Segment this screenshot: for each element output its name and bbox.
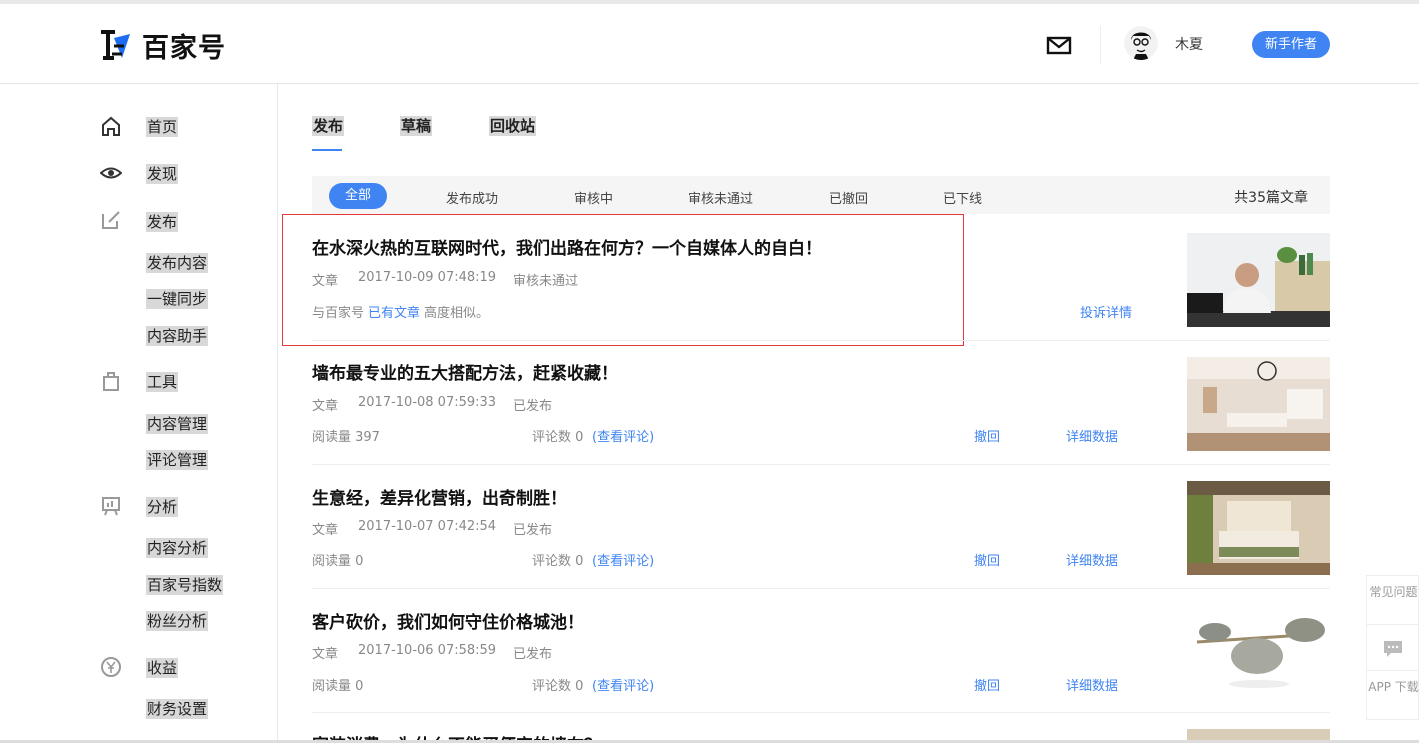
sidebar-item-bjh-index[interactable]: 百家号指数 — [146, 575, 224, 595]
header-divider — [1100, 26, 1101, 64]
comment-count: 评论数 0 — [532, 554, 584, 569]
eye-icon[interactable] — [100, 162, 122, 184]
brand-logo-icon — [101, 30, 130, 60]
tab-recycle-bin[interactable]: 回收站 — [489, 116, 537, 136]
tab-drafts[interactable]: 草稿 — [400, 116, 433, 136]
article-type: 文章 — [312, 274, 339, 289]
article-thumbnail[interactable] — [1187, 357, 1330, 451]
filter-published-success[interactable]: 发布成功 — [446, 188, 498, 207]
sidebar-item-assistant[interactable]: 内容助手 — [146, 326, 209, 346]
existing-article-link[interactable]: 已有文章 — [368, 302, 420, 321]
office-worker-image-icon — [1187, 233, 1330, 327]
bedroom-image-icon — [1187, 481, 1330, 575]
details-link[interactable]: 详细数据 — [1066, 675, 1118, 694]
sidebar-item-tools[interactable]: 工具 — [146, 372, 179, 392]
article-thumbnail[interactable] — [1187, 604, 1330, 698]
sidebar-item-publish[interactable]: 发布 — [146, 212, 179, 232]
article-status: 已发布 — [513, 647, 553, 662]
sidebar-item-finance[interactable]: 财务设置 — [146, 699, 209, 719]
sidebar-item-income[interactable]: 收益 — [146, 658, 179, 678]
sidebar-item-publish-content[interactable]: 发布内容 — [146, 253, 209, 273]
complaint-link[interactable]: 投诉详情 — [1080, 302, 1132, 321]
sidebar-item-sync[interactable]: 一键同步 — [146, 289, 209, 309]
sidebar-item-content-mgmt[interactable]: 内容管理 — [146, 414, 209, 434]
article-type: 文章 — [312, 399, 339, 414]
article-time: 2017-10-09 07:48:19 — [358, 270, 497, 285]
article-time: 2017-10-06 07:58:59 — [358, 643, 497, 658]
app-download-link[interactable]: APP 下载 — [1367, 679, 1419, 695]
withdraw-link[interactable]: 撤回 — [974, 550, 1000, 569]
sidebar-item-fans-analytics[interactable]: 粉丝分析 — [146, 611, 209, 631]
article-divider — [312, 340, 1330, 341]
article-divider — [312, 712, 1330, 713]
top-header: 百家号 木夏 新手作者 — [0, 4, 1419, 84]
filter-reviewing[interactable]: 审核中 — [574, 188, 613, 207]
article-thumbnail[interactable] — [1187, 233, 1330, 327]
article-type: 文章 — [312, 523, 339, 538]
read-count: 阅读量 0 — [312, 554, 364, 569]
article-title[interactable]: 生意经，差异化营销，出奇制胜！ — [312, 484, 567, 509]
float-divider — [1367, 624, 1418, 625]
article-title[interactable]: 客户砍价，我们如何守住价格城池！ — [312, 608, 584, 633]
filter-offline[interactable]: 已下线 — [943, 188, 982, 207]
comment-count: 评论数 0 — [532, 430, 584, 445]
brand-name: 百家号 — [142, 32, 226, 64]
article-status: 已发布 — [513, 399, 553, 414]
faq-link[interactable]: 常见问题 — [1367, 584, 1419, 600]
article-title[interactable]: 墙布最专业的五大搭配方法，赶紧收藏！ — [312, 359, 618, 384]
filter-withdrawn[interactable]: 已撤回 — [829, 188, 868, 207]
article-thumbnail[interactable] — [1187, 481, 1330, 575]
chat-bubble-icon[interactable] — [1382, 638, 1404, 660]
article-divider — [312, 588, 1330, 589]
username[interactable]: 木夏 — [1175, 34, 1203, 54]
new-author-badge[interactable]: 新手作者 — [1252, 31, 1330, 58]
avatar-face-icon — [1124, 26, 1158, 60]
edit-icon[interactable] — [100, 209, 122, 231]
sidebar-item-analytics[interactable]: 分析 — [146, 497, 179, 517]
details-link[interactable]: 详细数据 — [1066, 550, 1118, 569]
view-comments-link[interactable]: (查看评论) — [592, 675, 654, 694]
article-time: 2017-10-07 07:42:54 — [358, 519, 497, 534]
yuan-coin-icon[interactable] — [100, 656, 122, 678]
sidebar-item-content-analytics[interactable]: 内容分析 — [146, 538, 209, 558]
status-filter-bar: 全部 发布成功 审核中 审核未通过 已撤回 已下线 共35篇文章 — [312, 176, 1330, 214]
balancing-stones-image-icon — [1187, 604, 1330, 698]
filter-rejected[interactable]: 审核未通过 — [688, 188, 753, 207]
details-link[interactable]: 详细数据 — [1066, 426, 1118, 445]
view-comments-link[interactable]: (查看评论) — [592, 550, 654, 569]
withdraw-link[interactable]: 撤回 — [974, 675, 1000, 694]
home-icon[interactable] — [100, 115, 122, 137]
mail-icon[interactable] — [1046, 32, 1072, 58]
view-comments-link[interactable]: (查看评论) — [592, 426, 654, 445]
float-divider — [1367, 670, 1418, 671]
withdraw-link[interactable]: 撤回 — [974, 426, 1000, 445]
living-room-image-icon — [1187, 357, 1330, 451]
read-count: 阅读量 397 — [312, 430, 380, 445]
brand-logo[interactable]: 百家号 — [100, 28, 226, 64]
tab-published[interactable]: 发布 — [312, 116, 345, 136]
similarity-note-prefix: 与百家号 — [312, 306, 365, 321]
sidebar — [0, 84, 278, 743]
article-total: 共35篇文章 — [1234, 190, 1308, 206]
avatar[interactable] — [1124, 26, 1158, 60]
floating-help-panel: 常见问题 APP 下载 — [1366, 575, 1419, 720]
toolbox-icon[interactable] — [100, 370, 122, 392]
sidebar-item-home[interactable]: 首页 — [146, 117, 179, 137]
sidebar-item-discover[interactable]: 发现 — [146, 164, 179, 184]
article-title[interactable]: 在水深火热的互联网时代，我们出路在何方？一个自媒体人的自白！ — [312, 234, 822, 259]
article-divider — [312, 464, 1330, 465]
article-time: 2017-10-08 07:59:33 — [358, 395, 497, 410]
article-status: 已发布 — [513, 523, 553, 538]
similarity-note-suffix: 高度相似。 — [424, 306, 490, 321]
sidebar-item-comment-mgmt[interactable]: 评论管理 — [146, 450, 209, 470]
article-thumbnail[interactable] — [1187, 729, 1330, 740]
active-tab-indicator — [312, 149, 342, 151]
comment-count: 评论数 0 — [532, 679, 584, 694]
read-count: 阅读量 0 — [312, 679, 364, 694]
filter-all[interactable]: 全部 — [329, 183, 387, 209]
article-type: 文章 — [312, 647, 339, 662]
chart-board-icon[interactable] — [100, 495, 122, 517]
article-status: 审核未通过 — [513, 274, 579, 289]
